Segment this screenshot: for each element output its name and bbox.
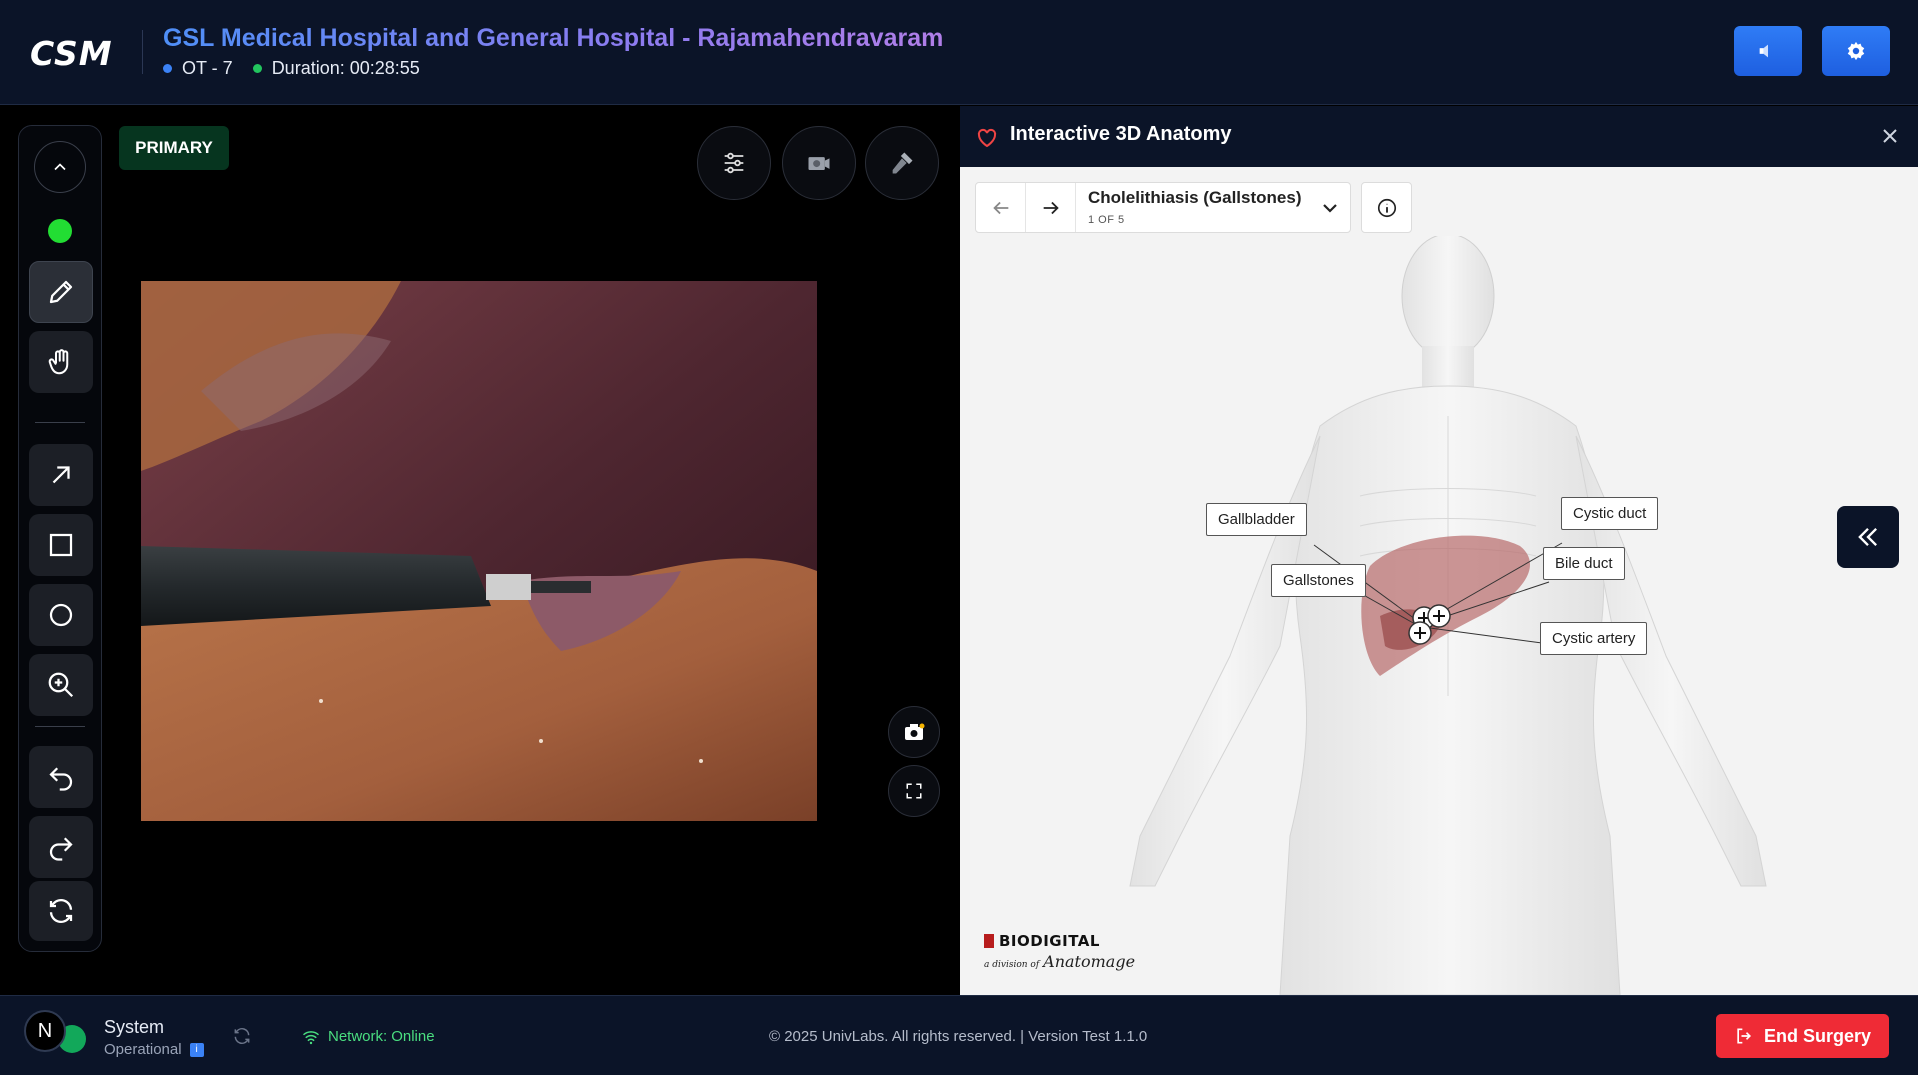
label-bile-duct[interactable]: Bile duct [1543,547,1625,580]
copyright-text: © 2025 UnivLabs. All rights reserved. | … [769,1028,1148,1045]
rectangle-tool-button[interactable] [29,514,93,576]
settings-button[interactable] [1822,26,1890,76]
anatomy-3d-model[interactable] [960,236,1918,995]
condition-info-button[interactable] [1361,182,1412,233]
screenshot-button[interactable] [888,706,940,758]
previous-condition-button[interactable] [976,183,1026,232]
refresh-icon [49,899,73,923]
pencil-tool-button[interactable] [29,261,93,323]
label-cystic-duct[interactable]: Cystic duct [1561,497,1659,530]
anatomage-brand: Anatomage [1043,952,1136,971]
expand-panel-button[interactable] [1837,506,1899,568]
hand-icon [48,349,69,375]
header-divider [142,30,143,74]
system-status: Operational i [104,1041,204,1058]
gear-icon [1847,41,1865,61]
condition-title[interactable]: Cholelithiasis (Gallstones) [1088,188,1302,208]
rectangle-icon [49,533,73,557]
speaker-icon [1759,44,1768,58]
primary-feed-badge: PRIMARY [119,126,229,170]
arrow-left-icon [992,201,1008,214]
duration-status-dot [252,64,262,73]
redo-icon [49,837,73,861]
end-surgery-label: End Surgery [1763,1025,1872,1046]
surgical-video-feed[interactable] [141,281,817,821]
anatomy-panel-title: Interactive 3D Anatomy [1010,123,1232,145]
ot-label: OT - 7 [182,58,233,78]
double-chevron-left-icon [1858,528,1877,546]
arrow-right-icon [1043,201,1059,214]
duration-label: Duration: 00:28:55 [271,58,420,78]
fullscreen-button[interactable] [888,765,940,817]
logout-icon [1737,1028,1751,1044]
condition-navigator: Cholelithiasis (Gallstones) 1 OF 5 [975,182,1351,233]
label-cystic-artery[interactable]: Cystic artery [1540,622,1648,655]
sync-icon[interactable] [232,1026,252,1046]
close-icon[interactable] [1878,124,1902,148]
zoom-tool-button[interactable] [29,654,93,716]
undo-button[interactable] [29,746,93,808]
circle-tool-button[interactable] [29,584,93,646]
microphone-button[interactable] [865,126,939,200]
app-logo: CSM [30,34,113,73]
wifi-icon [303,1030,319,1044]
surgical-video-image [141,281,817,821]
user-avatar[interactable]: N [24,1010,66,1052]
system-info-icon[interactable]: i [189,1042,204,1057]
condition-count: 1 OF 5 [1088,214,1125,226]
arrow-tool-button[interactable] [29,444,93,506]
session-info: OT - 7 Duration: 00:28:55 [163,58,420,79]
anatomy-panel: Interactive 3D Anatomy Cholelithiasis (G… [960,106,1918,995]
info-icon [1377,198,1396,217]
zoom-in-icon [48,672,74,698]
app-footer: N System Operational i Network: Online ©… [0,995,1918,1075]
undo-icon [49,767,73,791]
arrow-icon [52,466,70,484]
anatomy-panel-header: Interactive 3D Anatomy [960,106,1918,167]
biodigital-sub-prefix: a division of [984,960,1040,970]
circle-icon [49,603,73,627]
camera-switch-button[interactable] [782,126,856,200]
heart-icon [977,128,997,148]
network-status: Network: Online [302,1028,435,1045]
camera-switch-icon [808,157,830,170]
chevron-down-icon[interactable] [1318,196,1342,220]
redo-button[interactable] [29,816,93,878]
video-settings-button[interactable] [697,126,771,200]
biodigital-mark-icon [984,934,994,948]
connection-status-indicator [48,219,72,243]
settings-sliders-icon [724,152,744,174]
microphone-icon [892,152,913,174]
speaker-button[interactable] [1734,26,1802,76]
label-gallstones[interactable]: Gallstones [1271,564,1366,597]
ot-status-dot [163,64,172,73]
system-status-text: Operational [104,1041,182,1058]
pencil-icon [49,280,73,304]
video-pane: PRIMARY [0,106,959,995]
chevron-up-icon [54,163,66,171]
biodigital-brand: BIODIGITAL [999,932,1100,950]
biodigital-logo: BIODIGITAL a division of Anatomage [984,932,1135,971]
hand-tool-button[interactable] [29,331,93,393]
network-status-text: Online [391,1028,435,1045]
refresh-button[interactable] [29,881,93,941]
label-gallbladder[interactable]: Gallbladder [1206,503,1307,536]
next-condition-button[interactable] [1026,183,1076,232]
screenshot-camera-icon [905,723,925,740]
toolbar-collapse-button[interactable] [34,141,86,193]
network-label: Network: [328,1028,388,1045]
system-title: System [104,1017,165,1037]
hospital-title: GSL Medical Hospital and General Hospita… [163,24,944,52]
end-surgery-button[interactable]: End Surgery [1716,1014,1889,1058]
toolbar-divider [35,422,85,423]
toolbar-divider [35,726,85,727]
fullscreen-icon [906,783,922,799]
app-header: CSM GSL Medical Hospital and General Hos… [0,0,1918,105]
annotation-toolbar [18,125,102,952]
